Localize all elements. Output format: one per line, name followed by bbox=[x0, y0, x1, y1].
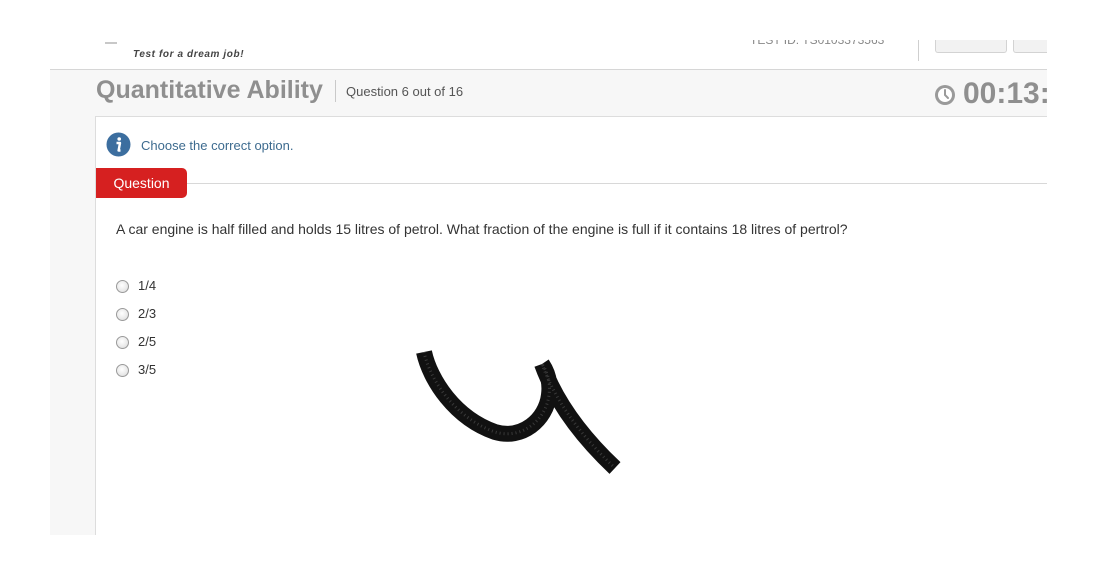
question-text: A car engine is half filled and holds 15… bbox=[116, 221, 848, 237]
option-1-radio[interactable] bbox=[116, 280, 129, 293]
handwritten-number-4 bbox=[416, 350, 621, 474]
info-icon bbox=[106, 132, 131, 157]
option-1-label[interactable]: 1/4 bbox=[138, 278, 156, 293]
clock-icon bbox=[935, 85, 955, 105]
tagline: Test for a dream job! bbox=[133, 49, 245, 60]
option-2-radio[interactable] bbox=[116, 308, 129, 321]
top-header-bar: Test for a dream job! TEST ID: TS0103373… bbox=[50, 40, 1047, 70]
option-2-label[interactable]: 2/3 bbox=[138, 306, 156, 321]
option-4-label[interactable]: 3/5 bbox=[138, 362, 156, 377]
option-3-radio[interactable] bbox=[116, 336, 129, 349]
test-id-label: TEST ID: TS0103373563 bbox=[750, 40, 885, 47]
countdown-timer: 00:13: bbox=[963, 77, 1047, 110]
logo-fragment bbox=[105, 42, 117, 47]
question-tab-rule bbox=[187, 183, 1047, 184]
instruction-text: Choose the correct option. bbox=[141, 138, 294, 153]
header-divider bbox=[918, 40, 919, 61]
section-title: Quantitative Ability bbox=[96, 76, 323, 104]
option-3-label[interactable]: 2/5 bbox=[138, 334, 156, 349]
question-tab: Question bbox=[96, 168, 187, 198]
header-button-2[interactable] bbox=[1013, 40, 1047, 53]
option-4-radio[interactable] bbox=[116, 364, 129, 377]
header-button-1[interactable] bbox=[935, 40, 1007, 53]
question-counter: Question 6 out of 16 bbox=[346, 84, 464, 99]
title-divider bbox=[335, 80, 336, 102]
